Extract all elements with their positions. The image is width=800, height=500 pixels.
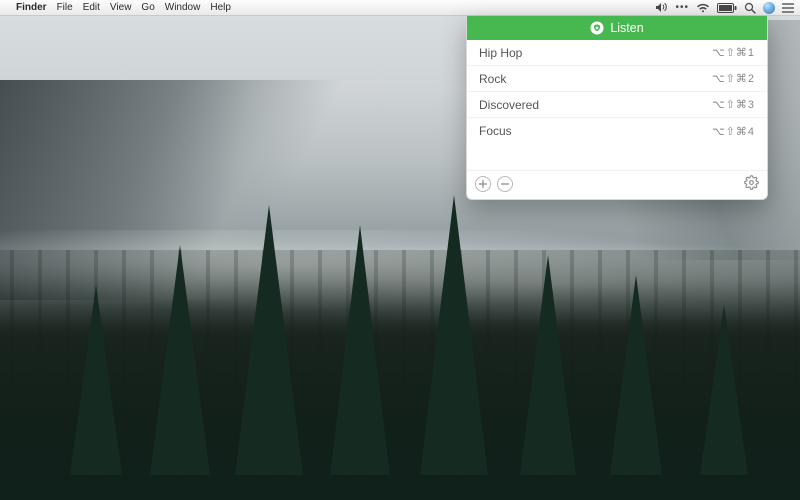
desktop-wallpaper: Finder File Edit View Go Window Help ••• <box>0 0 800 500</box>
listen-panel: Listen Hip Hop ⌥⇧⌘1 Rock ⌥⇧⌘2 Discovered… <box>466 16 768 200</box>
playlist-name: Rock <box>479 72 712 86</box>
playlist-shortcut: ⌥⇧⌘2 <box>712 72 755 85</box>
playlist-shortcut: ⌥⇧⌘4 <box>712 125 755 138</box>
panel-header: Listen <box>467 16 767 40</box>
remove-button[interactable] <box>497 176 513 192</box>
menu-file[interactable]: File <box>57 2 73 13</box>
notification-center-icon[interactable] <box>782 3 794 13</box>
listen-logo-icon <box>590 21 604 35</box>
menu-help[interactable]: Help <box>210 2 231 13</box>
list-item[interactable]: Focus ⌥⇧⌘4 <box>467 118 767 144</box>
menu-edit[interactable]: Edit <box>83 2 100 13</box>
add-button[interactable] <box>475 176 491 192</box>
more-icon[interactable]: ••• <box>675 2 689 13</box>
volume-icon[interactable] <box>655 2 668 13</box>
menu-bar: Finder File Edit View Go Window Help ••• <box>0 0 800 16</box>
panel-title: Listen <box>610 21 643 35</box>
settings-button[interactable] <box>744 175 759 193</box>
playlist-name: Discovered <box>479 98 712 112</box>
playlist-name: Focus <box>479 124 712 138</box>
playlist-list: Hip Hop ⌥⇧⌘1 Rock ⌥⇧⌘2 Discovered ⌥⇧⌘3 F… <box>467 40 767 170</box>
playlist-shortcut: ⌥⇧⌘1 <box>712 46 755 59</box>
app-name[interactable]: Finder <box>16 2 47 13</box>
battery-icon[interactable] <box>717 3 737 13</box>
menu-go[interactable]: Go <box>141 2 154 13</box>
panel-footer <box>467 170 767 199</box>
wifi-icon[interactable] <box>696 3 710 13</box>
menu-view[interactable]: View <box>110 2 132 13</box>
spotlight-search-icon[interactable] <box>744 2 756 14</box>
list-item[interactable]: Hip Hop ⌥⇧⌘1 <box>467 40 767 66</box>
list-item[interactable]: Discovered ⌥⇧⌘3 <box>467 92 767 118</box>
list-item[interactable]: Rock ⌥⇧⌘2 <box>467 66 767 92</box>
menu-window[interactable]: Window <box>165 2 201 13</box>
playlist-name: Hip Hop <box>479 46 712 60</box>
playlist-shortcut: ⌥⇧⌘3 <box>712 98 755 111</box>
siri-icon[interactable] <box>763 2 775 14</box>
